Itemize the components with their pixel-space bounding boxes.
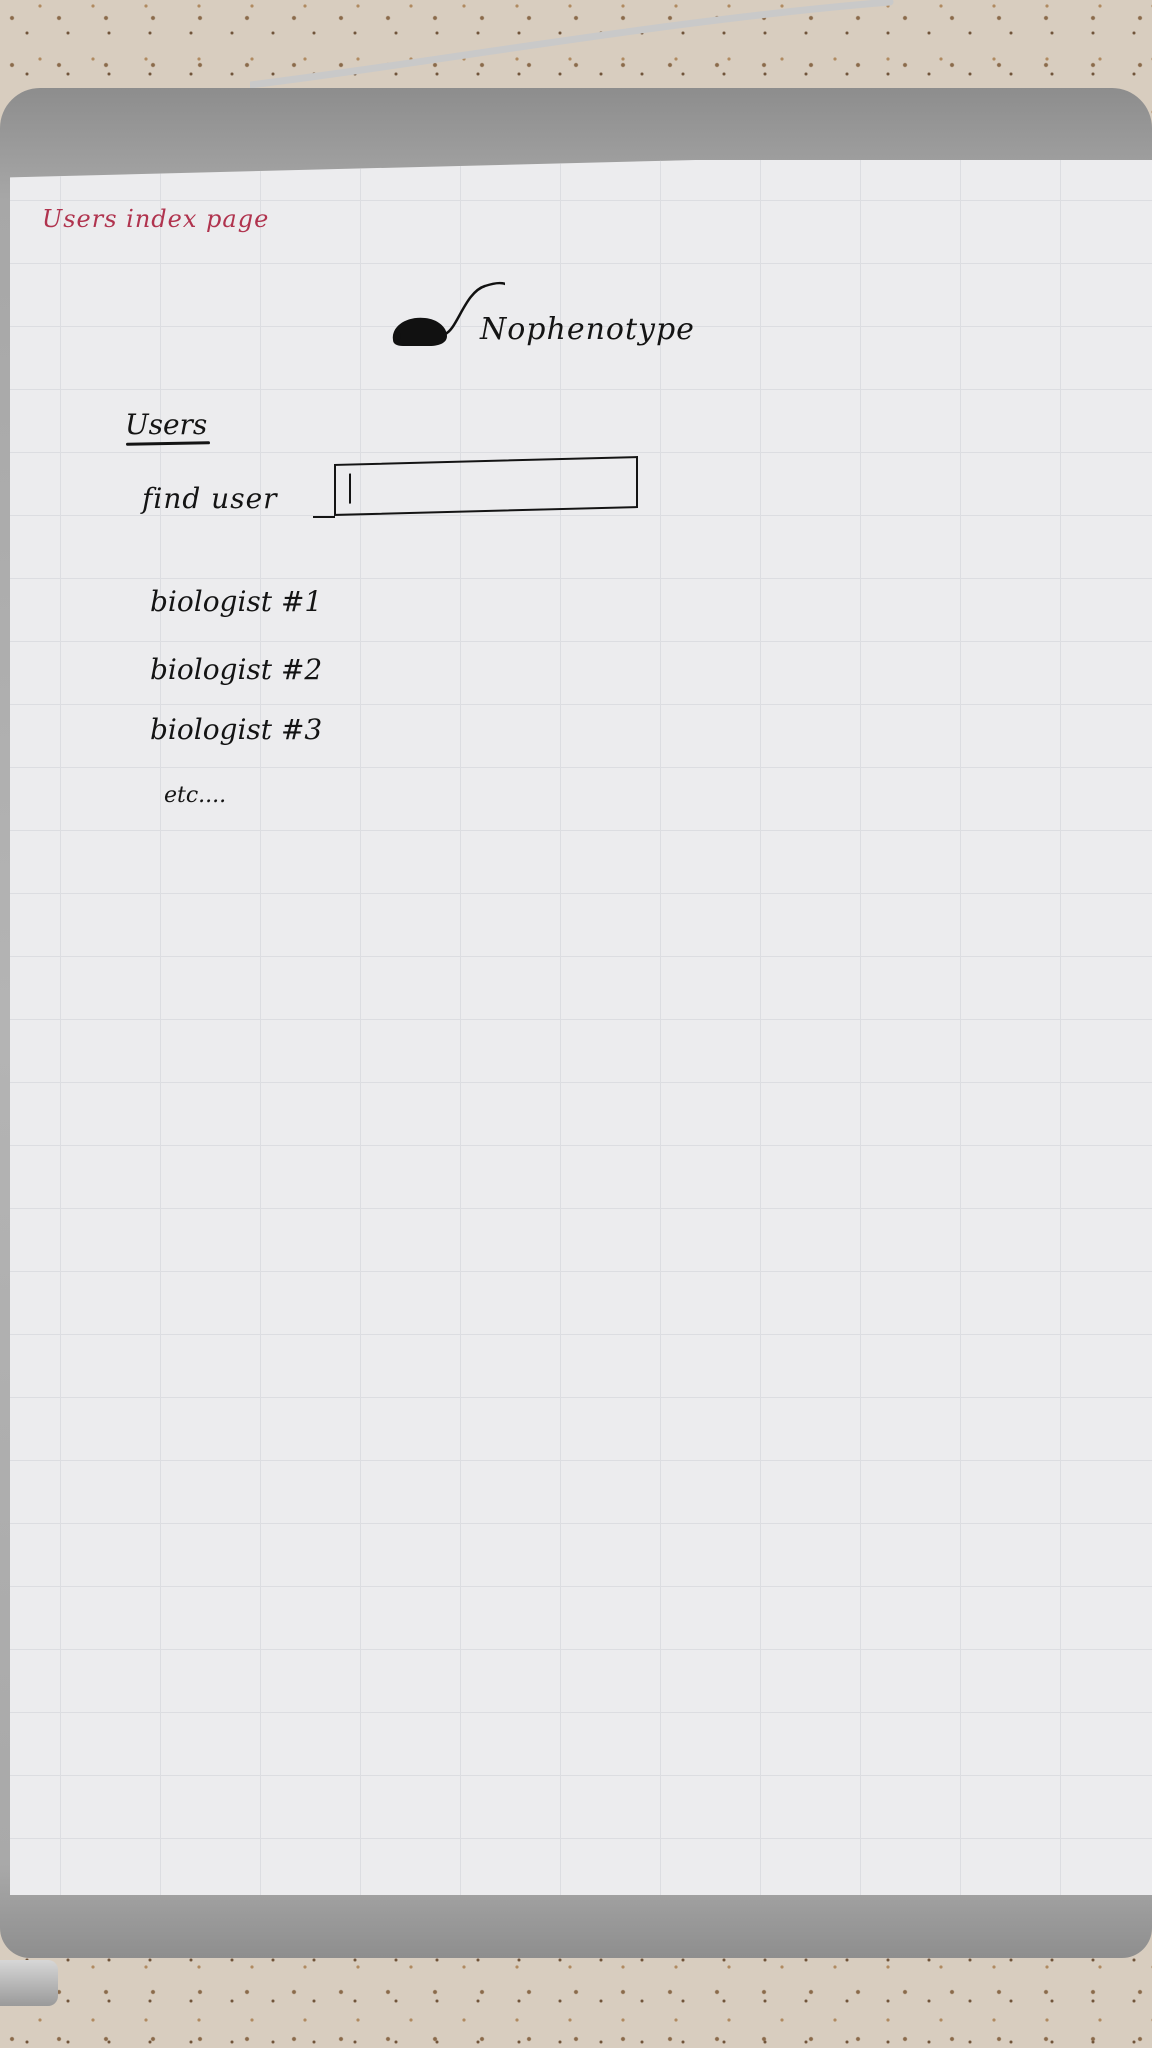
- user-list: biologist #1 biologist #2 biologist #3 e…: [150, 585, 322, 851]
- list-more-link[interactable]: etc....: [150, 781, 322, 851]
- list-item[interactable]: biologist #1: [150, 585, 322, 653]
- page-title: Users: [125, 408, 208, 441]
- site-logo-text[interactable]: Nophenotype: [480, 312, 695, 347]
- search-label-line: [313, 516, 335, 518]
- cable: [250, 0, 894, 89]
- page-caption: Users index page: [42, 205, 270, 233]
- search-label: find user: [142, 482, 278, 515]
- pen-icon: [0, 1960, 58, 2006]
- search-input[interactable]: [334, 456, 638, 516]
- list-item[interactable]: biologist #2: [150, 653, 322, 713]
- text-caret-icon: [349, 473, 351, 504]
- list-item[interactable]: biologist #3: [150, 713, 322, 781]
